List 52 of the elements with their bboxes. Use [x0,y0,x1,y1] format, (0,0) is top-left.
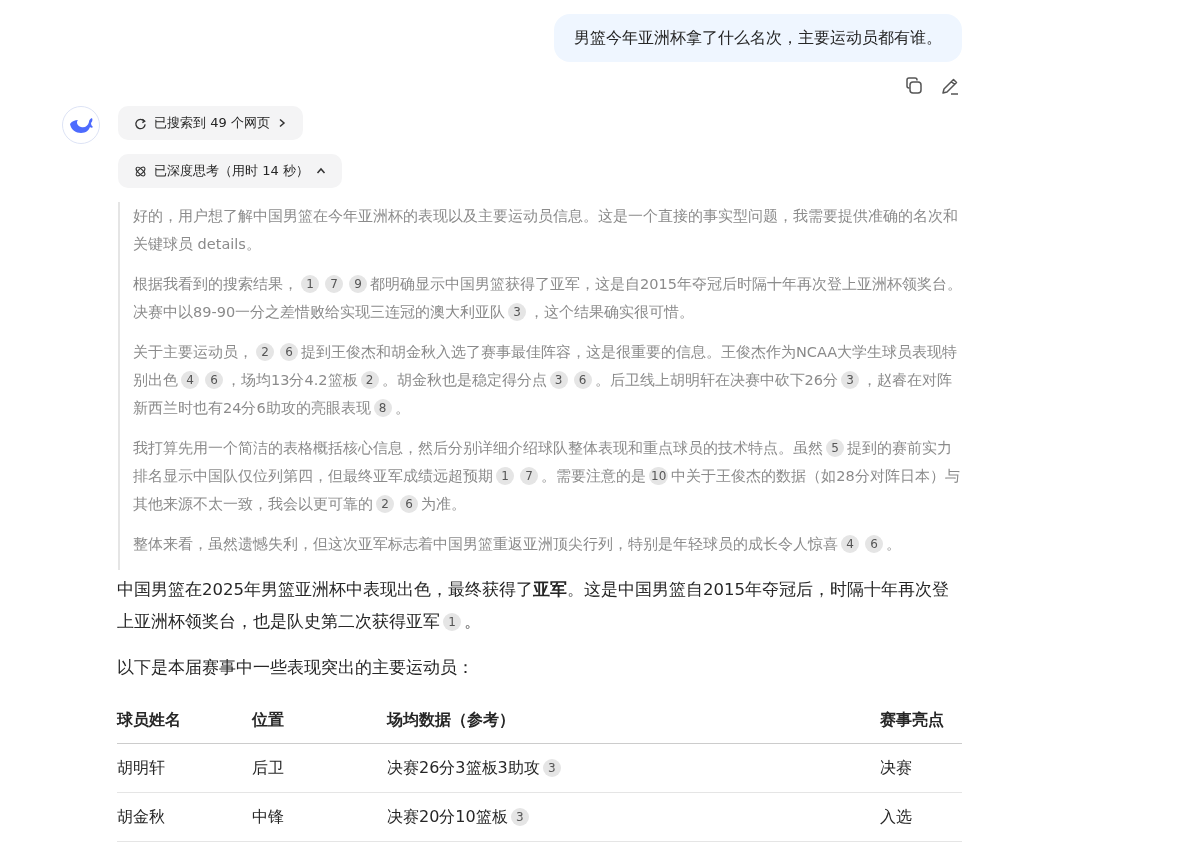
search-results-button[interactable]: 已搜索到 49 个网页 [118,106,303,140]
citation-link[interactable]: 8 [373,399,392,417]
citation-link[interactable]: 7 [325,275,343,293]
citation-link[interactable]: 1 [496,467,514,485]
citation-link[interactable]: 4 [841,535,859,553]
answer-paragraph: 以下是本届赛事中一些表现突出的主要运动员： [117,657,475,679]
citation-link[interactable]: 1 [443,613,461,631]
column-header: 赛事亮点 [880,698,962,744]
thinking-paragraph: 整体来看，虽然遗憾失利，但这次亚军标志着中国男篮重返亚洲顶尖行列，特别是年轻球员的成长令人惊喜 4 6 。 [133,534,902,555]
atom-icon [134,164,147,178]
thinking-toggle-button[interactable]: 已深度思考（用时 14 秒） [118,154,342,188]
thinking-paragraph: 根据我看到的搜索结果， 1 7 9 都明确显示中国男篮获得了亚军，这是自2015年夺冠后时隔十年再次登上亚洲杯领奖台。决赛中以89-90一分之差惜败给实现三连冠的澳大利亚队 3 ，这个结果确实很可惜。 [133,274,963,323]
thinking-paragraph: 好的，用户想了解中国男篮在今年亚洲杯的表现以及主要运动员信息。这是一个直接的事实型问题，我需要提供准确的名次和关键球员 details。 [133,207,959,254]
citation-link[interactable]: 10 [649,467,669,485]
refresh-search-icon [134,116,147,130]
whale-logo-icon [62,106,100,144]
edit-icon[interactable] [940,76,960,96]
citation-link[interactable]: 6 [865,535,883,553]
table-cell: 决赛26分3篮板3助攻 [387,758,540,777]
citation-link[interactable]: 6 [205,371,223,389]
answer-paragraph: 中国男篮在2025年男篮亚洲杯中表现出色，最终获得了亚军。这是中国男篮自2015年夺冠后，时隔十年再次登上亚洲杯领奖台，也是队史第二次获得亚军 1 。 [117,579,950,633]
copy-icon[interactable] [904,76,924,96]
citation-link[interactable]: 4 [181,371,199,389]
citation-link[interactable]: 1 [301,275,319,293]
citation-link[interactable]: 7 [520,467,538,485]
table-cell: 中锋 [252,807,284,826]
thinking-paragraph: 关于主要运动员， 2 6 提到王俊杰和胡金秋入选了赛事最佳阵容，这是很重要的信息。王俊杰作为NCAA大学生球员表现特别出色 4 6 ，场均13分4.2篮板 2 。胡金秋也是稳定得分点 3 6 。后卫线上胡明轩在决赛中砍下26分 3 ，赵睿在对阵新西兰时也有24分6助攻的亮眼表现 8 。 [133,342,959,419]
citation-link[interactable]: 5 [826,439,844,457]
column-header: 场均数据（参考） [387,698,880,744]
citation-link[interactable]: 6 [280,343,298,361]
citation-link[interactable]: 3 [542,759,561,777]
table-cell: 后卫 [252,758,284,777]
chevron-icon [315,166,326,176]
citation-link[interactable]: 3 [549,371,568,389]
table-cell: 决赛20分10篮板 [387,807,508,826]
citation-link[interactable]: 2 [376,495,394,513]
table-cell: 胡明轩 [117,758,165,777]
table-cell: 决赛 [880,758,912,777]
citation-link[interactable]: 6 [400,495,418,513]
column-header: 球员姓名 [117,698,252,744]
citation-link[interactable]: 9 [349,275,367,293]
table-cell: 胡金秋 [117,807,165,826]
citation-link[interactable]: 2 [256,343,274,361]
citation-link[interactable]: 6 [573,371,592,389]
citation-link[interactable]: 3 [508,303,527,321]
user-message: 男篮今年亚洲杯拿了什么名次，主要运动员都有谁。 [554,14,962,62]
citation-link[interactable]: 2 [360,371,379,389]
thinking-paragraph: 我打算先用一个简洁的表格概括核心信息，然后分别详细介绍球队整体表现和重点球员的技术特点。虽然 5 提到的赛前实力排名显示中国队仅位列第四，但最终亚军成绩远超预期 1 7 。需要注意的是 10 中关于王俊杰的数据（如28分对阵日本）与其他来源不太一致，我会以更可靠的 2 6 为准。 [133,438,961,515]
column-header: 位置 [252,698,387,744]
citation-link[interactable]: 3 [840,371,859,389]
table-cell: 入选 [880,807,912,826]
citation-link[interactable]: 3 [510,808,529,826]
